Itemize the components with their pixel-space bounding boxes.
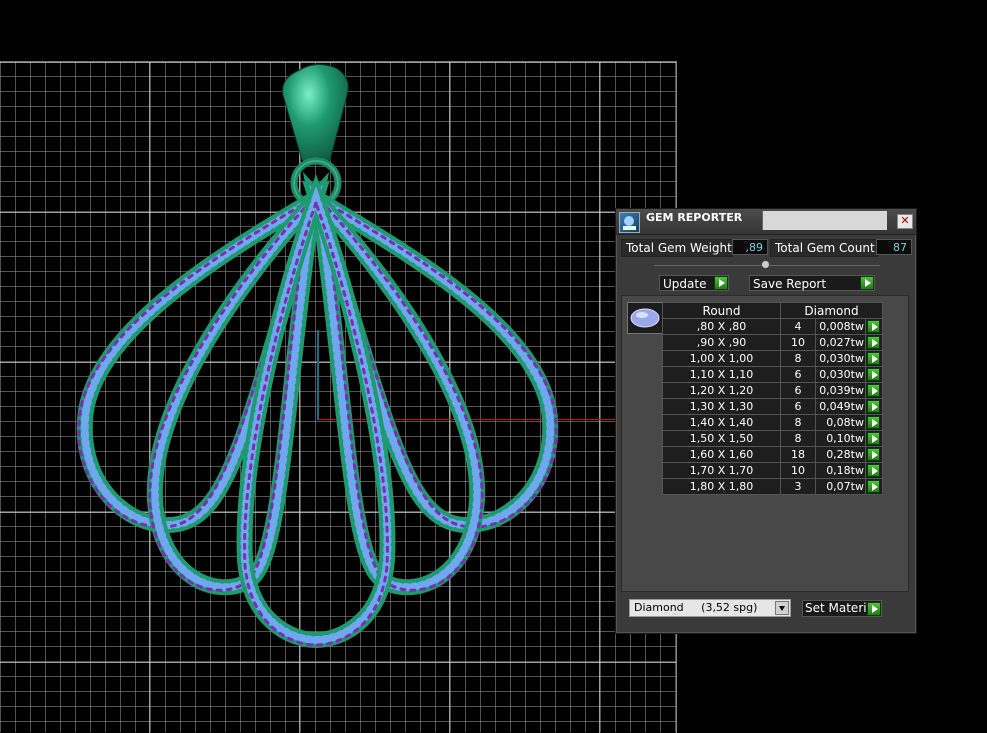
window-title: GEM REPORTER [646,211,743,224]
gem-weight: 0,08tw [815,414,866,431]
gem-size: ,80 X ,80 [662,318,781,335]
row-select-button[interactable] [865,430,883,447]
play-arrow-icon [867,480,880,493]
gem-table-header: Round Diamond [662,302,883,319]
gem-weight: 0,07tw [815,478,866,495]
row-select-button[interactable] [865,398,883,415]
gem-reporter-window[interactable]: GEM REPORTER ✕ Total Gem Weight ,89 Tota… [615,208,917,634]
update-button[interactable]: Update [659,275,729,291]
gem-table: Round Diamond ,80 X ,80 4 0,008tw ,90 X ,90… [662,302,883,495]
gem-count: 3 [780,478,816,495]
gem-weight: 0,28tw [815,446,866,463]
gem-size: 1,00 X 1,00 [662,350,781,367]
play-arrow-icon [867,400,880,413]
play-arrow-icon [867,352,880,365]
play-arrow-icon [867,384,880,397]
gem-count: 8 [780,414,816,431]
set-material-button[interactable]: Set Material [802,600,882,617]
close-icon[interactable]: ✕ [897,214,913,229]
row-select-button[interactable] [865,366,883,383]
gem-table-row: ,80 X ,80 4 0,008tw [662,318,883,335]
gem-count: 8 [780,430,816,447]
total-gem-count-value: 87 [876,239,912,255]
row-select-button[interactable] [865,350,883,367]
play-arrow-icon [867,432,880,445]
material-select[interactable]: Diamond (3,52 spg) [629,599,791,617]
chevron-down-icon[interactable] [775,601,789,615]
gem-size: 1,40 X 1,40 [662,414,781,431]
row-select-button[interactable] [865,382,883,399]
play-arrow-icon [867,416,880,429]
gem-table-row: 1,40 X 1,40 8 0,08tw [662,414,883,431]
gem-reporter-titlebar[interactable]: GEM REPORTER ✕ [616,209,916,235]
total-gem-weight-value: ,89 [732,239,768,255]
gem-table-row: 1,70 X 1,70 10 0,18tw [662,462,883,479]
play-arrow-icon [860,276,874,290]
gem-table-row: 1,20 X 1,20 6 0,039tw [662,382,883,399]
gem-table-row: 1,00 X 1,00 8 0,030tw [662,350,883,367]
play-arrow-icon [867,368,880,381]
play-arrow-icon [867,602,881,616]
header-round: Round [662,302,781,319]
play-arrow-icon [867,336,880,349]
total-gem-count-label: Total Gem Count [770,239,878,257]
gem-table-row: 1,80 X 1,80 3 0,07tw [662,478,883,495]
gem-size: 1,20 X 1,20 [662,382,781,399]
header-diamond: Diamond [780,302,883,319]
gem-table-row: 1,10 X 1,10 6 0,030tw [662,366,883,383]
gem-weight: 0,030tw [815,350,866,367]
gem-table-row: 1,60 X 1,60 18 0,28tw [662,446,883,463]
update-button-label: Update [663,277,707,291]
gem-table-row: 1,30 X 1,30 6 0,049tw [662,398,883,415]
gem-size: 1,80 X 1,80 [662,478,781,495]
gem-count: 10 [780,334,816,351]
gem-size: ,90 X ,90 [662,334,781,351]
gem-count: 18 [780,446,816,463]
gem-weight: 0,027tw [815,334,866,351]
play-arrow-icon [867,320,880,333]
bail [282,64,349,165]
gem-count: 10 [780,462,816,479]
gem-count: 6 [780,382,816,399]
save-report-button-label: Save Report [753,277,827,291]
gem-reporter-icon [619,212,640,233]
splitter-handle[interactable] [761,260,770,269]
gem-weight: 0,030tw [815,366,866,383]
gem-count: 8 [780,350,816,367]
gem-thumbnail [627,302,663,334]
pendant-model[interactable] [0,0,676,732]
total-gem-weight-label: Total Gem Weight [621,239,733,257]
gem-table-row: 1,50 X 1,50 8 0,10tw [662,430,883,447]
save-report-button[interactable]: Save Report [749,275,875,291]
gem-size: 1,50 X 1,50 [662,430,781,447]
material-select-value: Diamond (3,52 spg) [634,601,758,614]
row-select-button[interactable] [865,446,883,463]
row-select-button[interactable] [865,462,883,479]
gem-count: 6 [780,366,816,383]
play-arrow-icon [867,448,880,461]
gem-size: 1,60 X 1,60 [662,446,781,463]
play-arrow-icon [714,276,728,290]
play-arrow-icon [867,464,880,477]
row-select-button[interactable] [865,334,883,351]
gem-size: 1,10 X 1,10 [662,366,781,383]
gem-weight: 0,049tw [815,398,866,415]
gem-count: 4 [780,318,816,335]
row-select-button[interactable] [865,318,883,335]
row-select-button[interactable] [865,414,883,431]
gem-weight: 0,10tw [815,430,866,447]
gem-weight: 0,008tw [815,318,866,335]
gem-weight: 0,039tw [815,382,866,399]
gem-report-panel: Round Diamond ,80 X ,80 4 0,008tw ,90 X ,90… [621,295,909,592]
gem-size: 1,30 X 1,30 [662,398,781,415]
gem-table-row: ,90 X ,90 10 0,027tw [662,334,883,351]
gem-count: 6 [780,398,816,415]
title-bar-field [762,211,887,230]
row-select-button[interactable] [865,478,883,495]
gem-size: 1,70 X 1,70 [662,462,781,479]
gem-weight: 0,18tw [815,462,866,479]
